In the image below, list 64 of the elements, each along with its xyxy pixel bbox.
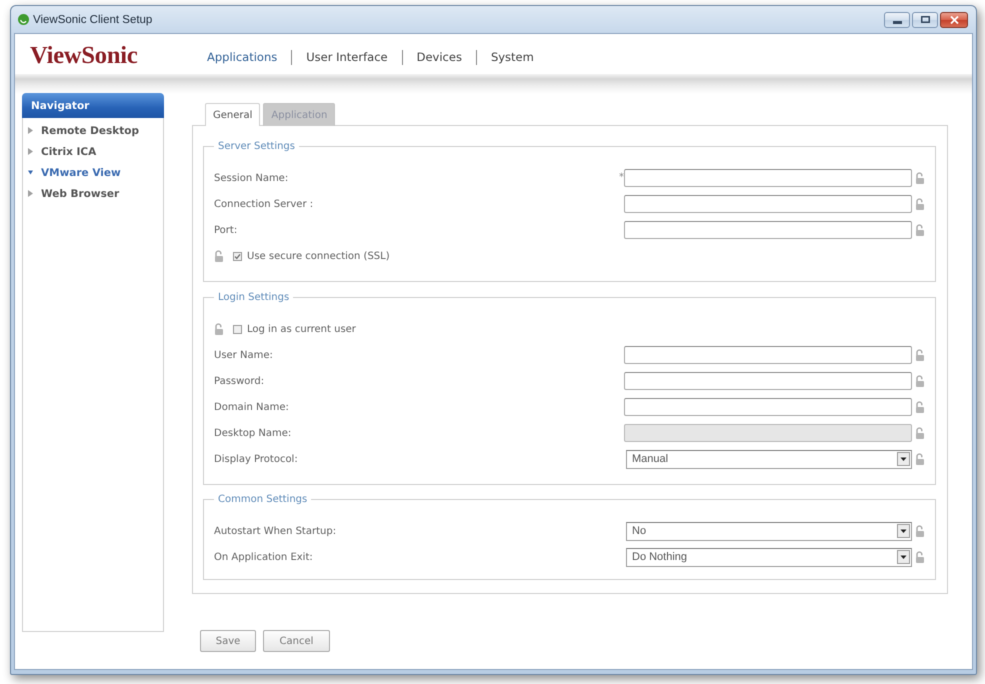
field-label: User Name: <box>214 350 274 360</box>
maximize-button[interactable] <box>912 12 938 28</box>
field-label: Password: <box>214 376 266 386</box>
text-field[interactable] <box>624 195 912 213</box>
nav-item[interactable]: Citrix ICA <box>23 141 100 162</box>
padlock-icon <box>915 551 925 563</box>
text-field[interactable] <box>624 398 912 416</box>
caret-icon <box>28 148 33 155</box>
checkbox-label[interactable]: Log in as current user <box>247 324 356 334</box>
dropdown[interactable]: Manual <box>626 450 912 468</box>
group-title: Server Settings <box>217 140 296 153</box>
padlock-icon <box>915 349 925 361</box>
menu-tab[interactable]: Applications <box>207 50 292 64</box>
field-label: Domain Name: <box>214 402 290 412</box>
checkbox[interactable] <box>233 252 242 260</box>
maximize-icon <box>920 16 930 23</box>
text-field[interactable] <box>624 372 912 390</box>
text-field[interactable] <box>624 169 912 187</box>
required-mark: * <box>619 173 624 183</box>
padlock-icon <box>915 427 925 439</box>
caret-icon <box>28 127 33 134</box>
minimize-icon <box>892 20 902 24</box>
group-title: Login Settings <box>217 291 290 304</box>
menu-tab[interactable]: System <box>476 50 548 64</box>
checkbox-label[interactable]: Use secure connection (SSL) <box>247 250 390 262</box>
field-label: Session Name: <box>214 172 290 184</box>
padlock-icon <box>915 401 925 413</box>
tab[interactable]: General <box>205 103 260 126</box>
close-button[interactable] <box>940 12 968 28</box>
padlock-icon <box>915 198 925 210</box>
dropdown[interactable]: No <box>626 522 912 540</box>
padlock-icon <box>915 525 925 537</box>
nav-item[interactable]: Web Browser <box>23 183 124 204</box>
padlock-icon <box>214 323 224 335</box>
nav-item[interactable]: VMware View <box>23 162 125 183</box>
minimize-button[interactable] <box>884 12 910 28</box>
padlock-icon <box>214 250 224 262</box>
group-title: Common Settings <box>217 493 308 506</box>
field-label: On Application Exit: <box>214 552 314 562</box>
caret-icon <box>28 190 33 197</box>
field-label: Desktop Name: <box>214 428 292 438</box>
dropdown[interactable]: Do Nothing <box>626 548 912 566</box>
save-button[interactable]: Save <box>200 630 256 652</box>
menu-tab[interactable]: Devices <box>402 50 476 64</box>
field-label: Connection Server : <box>214 198 314 210</box>
brand-logo: ViewSonic <box>30 42 138 69</box>
menu-tab[interactable]: User Interface <box>291 50 402 64</box>
nav-item[interactable]: Remote Desktop <box>23 120 143 141</box>
text-field[interactable] <box>624 221 912 239</box>
window-title: ViewSonic Client Setup <box>33 14 152 26</box>
padlock-icon <box>915 172 925 184</box>
field-label: Port: <box>214 224 238 236</box>
padlock-icon <box>915 224 925 236</box>
text-field[interactable] <box>624 346 912 364</box>
caret-icon <box>28 169 33 176</box>
field-label: Display Protocol: <box>214 454 299 464</box>
navigator-title: Navigator <box>22 93 164 118</box>
padlock-icon <box>915 375 925 387</box>
checkbox[interactable] <box>233 324 242 334</box>
cancel-button[interactable]: Cancel <box>263 630 330 652</box>
padlock-icon <box>915 453 925 465</box>
close-icon <box>950 16 958 24</box>
field-label: Autostart When Startup: <box>214 526 338 536</box>
orb-icon <box>18 14 29 25</box>
